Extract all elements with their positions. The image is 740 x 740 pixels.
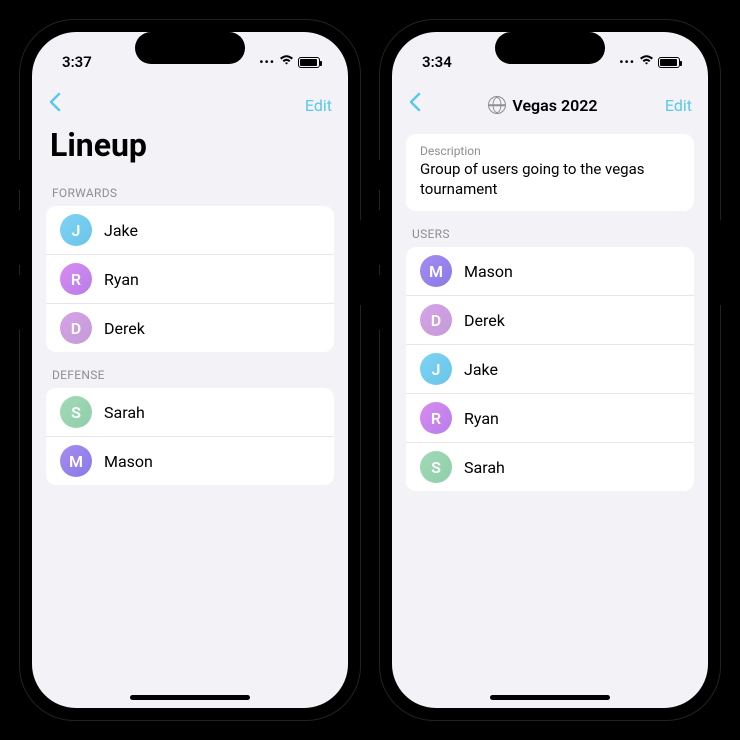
list-item[interactable]: J Jake [406,344,694,393]
wifi-icon [639,55,654,69]
avatar: R [60,263,92,295]
avatar: J [60,214,92,246]
battery-icon [658,57,680,68]
list-item[interactable]: D Derek [46,303,334,352]
dynamic-island [495,32,605,64]
section-header: DEFENSE [46,352,334,388]
phone-right: 3:34 ••• Vegas 2022 Edit Description [380,20,720,720]
list-item[interactable]: R Ryan [46,254,334,303]
status-time: 3:34 [422,53,452,71]
list-item[interactable]: M Mason [406,247,694,295]
section-header: FORWARDS [46,170,334,206]
avatar: D [60,312,92,344]
dynamic-island [135,32,245,64]
list-item-label: Mason [104,452,153,471]
list-card: M Mason D Derek J Jake R Ryan S Sarah [406,247,694,491]
list-item[interactable]: S Sarah [46,388,334,436]
wifi-icon [279,55,294,69]
list-item[interactable]: R Ryan [406,393,694,442]
avatar: J [420,353,452,385]
list-card: J Jake R Ryan D Derek [46,206,334,352]
status-indicators: ••• [619,55,680,69]
globe-icon [488,96,506,114]
list-item-label: Ryan [464,409,499,428]
avatar: M [60,445,92,477]
section-header-users: USERS [406,211,694,247]
list-item-label: Sarah [104,403,145,422]
nav-title: Vegas 2022 [488,96,597,115]
back-button[interactable] [408,92,421,118]
list-item-label: Mason [464,262,513,281]
list-item-label: Derek [104,319,145,338]
status-time: 3:37 [62,53,92,71]
avatar: M [420,255,452,287]
cellular-icon: ••• [619,55,635,69]
edit-button[interactable]: Edit [305,96,332,115]
edit-button[interactable]: Edit [665,96,692,115]
description-text: Group of users going to the vegas tourna… [420,160,680,199]
avatar: S [60,396,92,428]
home-indicator[interactable] [130,695,250,700]
avatar: R [420,402,452,434]
nav-bar: Vegas 2022 Edit [392,86,708,124]
list-item-label: Sarah [464,458,505,477]
back-button[interactable] [48,92,61,118]
avatar: S [420,451,452,483]
battery-icon [298,57,320,68]
page-title: Lineup [32,124,348,170]
list-item[interactable]: D Derek [406,295,694,344]
description-card: Description Group of users going to the … [406,134,694,211]
avatar: D [420,304,452,336]
description-label: Description [420,144,680,158]
list-item-label: Derek [464,311,505,330]
nav-bar: Edit [32,86,348,124]
list-item-label: Ryan [104,270,139,289]
phone-left: 3:37 ••• Edit Lineup FORWARDS J Jake R Ryan D… [20,20,360,720]
list-item-label: Jake [464,360,498,379]
list-item[interactable]: M Mason [46,436,334,485]
home-indicator[interactable] [490,695,610,700]
list-item[interactable]: S Sarah [406,442,694,491]
list-card: S Sarah M Mason [46,388,334,485]
status-indicators: ••• [259,55,320,69]
list-item[interactable]: J Jake [46,206,334,254]
cellular-icon: ••• [259,55,275,69]
list-item-label: Jake [104,221,138,240]
